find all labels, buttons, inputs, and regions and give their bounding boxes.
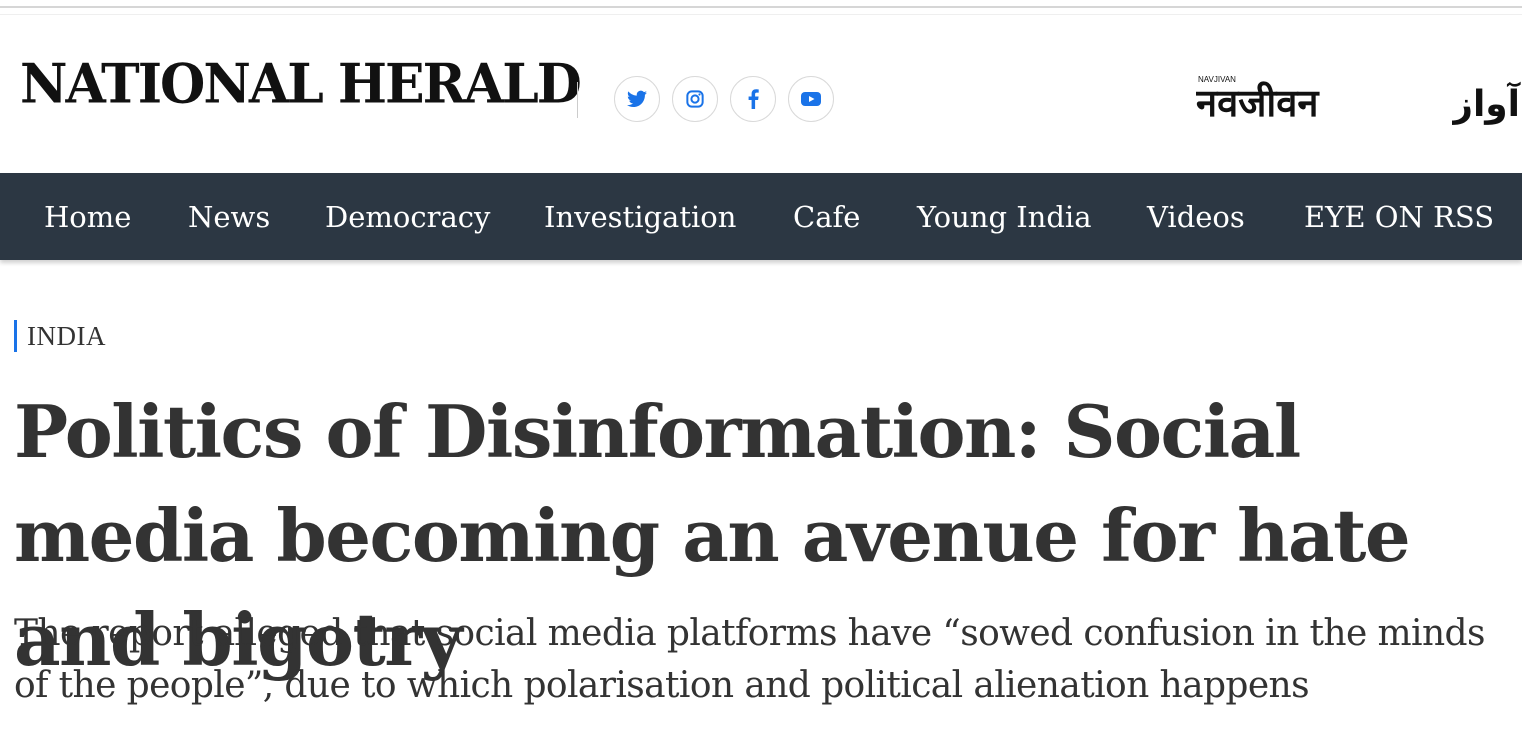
youtube-link[interactable] (788, 76, 834, 122)
nav-item-eye-on-rss[interactable]: EYE ON RSS (1304, 197, 1494, 237)
facebook-link[interactable] (730, 76, 776, 122)
section-label[interactable]: INDIA (27, 320, 106, 352)
main-navigation: Home News Democracy Investigation Cafe Y… (0, 173, 1522, 260)
navjivan-logo[interactable]: NAVJIVAN नवजीवन (1195, 72, 1396, 128)
top-border-secondary (0, 14, 1522, 15)
top-border (0, 6, 1522, 8)
instagram-link[interactable] (672, 76, 718, 122)
nav-item-videos[interactable]: Videos (1147, 197, 1245, 237)
site-logo[interactable]: NATIONAL HERALD (20, 52, 582, 117)
nav-item-democracy[interactable]: Democracy (325, 197, 490, 237)
instagram-icon (686, 90, 704, 108)
navjivan-wordmark: नवजीवन (1196, 81, 1320, 125)
nav-item-investigation[interactable]: Investigation (544, 197, 736, 237)
facebook-icon (748, 89, 759, 109)
qaumi-awaz-wordmark: آواز (1452, 81, 1522, 125)
header-divider (577, 82, 578, 118)
twitter-link[interactable] (614, 76, 660, 122)
section-accent-bar (14, 320, 17, 352)
qaumi-awaz-logo[interactable]: آواز (1452, 72, 1522, 128)
nav-item-cafe[interactable]: Cafe (793, 197, 860, 237)
nav-item-young-india[interactable]: Young India (917, 197, 1091, 237)
nav-item-news[interactable]: News (188, 197, 270, 237)
article-subheadline: The report alleged that social media pla… (14, 613, 1485, 706)
twitter-icon (627, 90, 647, 108)
youtube-icon (801, 92, 821, 106)
nav-item-home[interactable]: Home (44, 197, 131, 237)
